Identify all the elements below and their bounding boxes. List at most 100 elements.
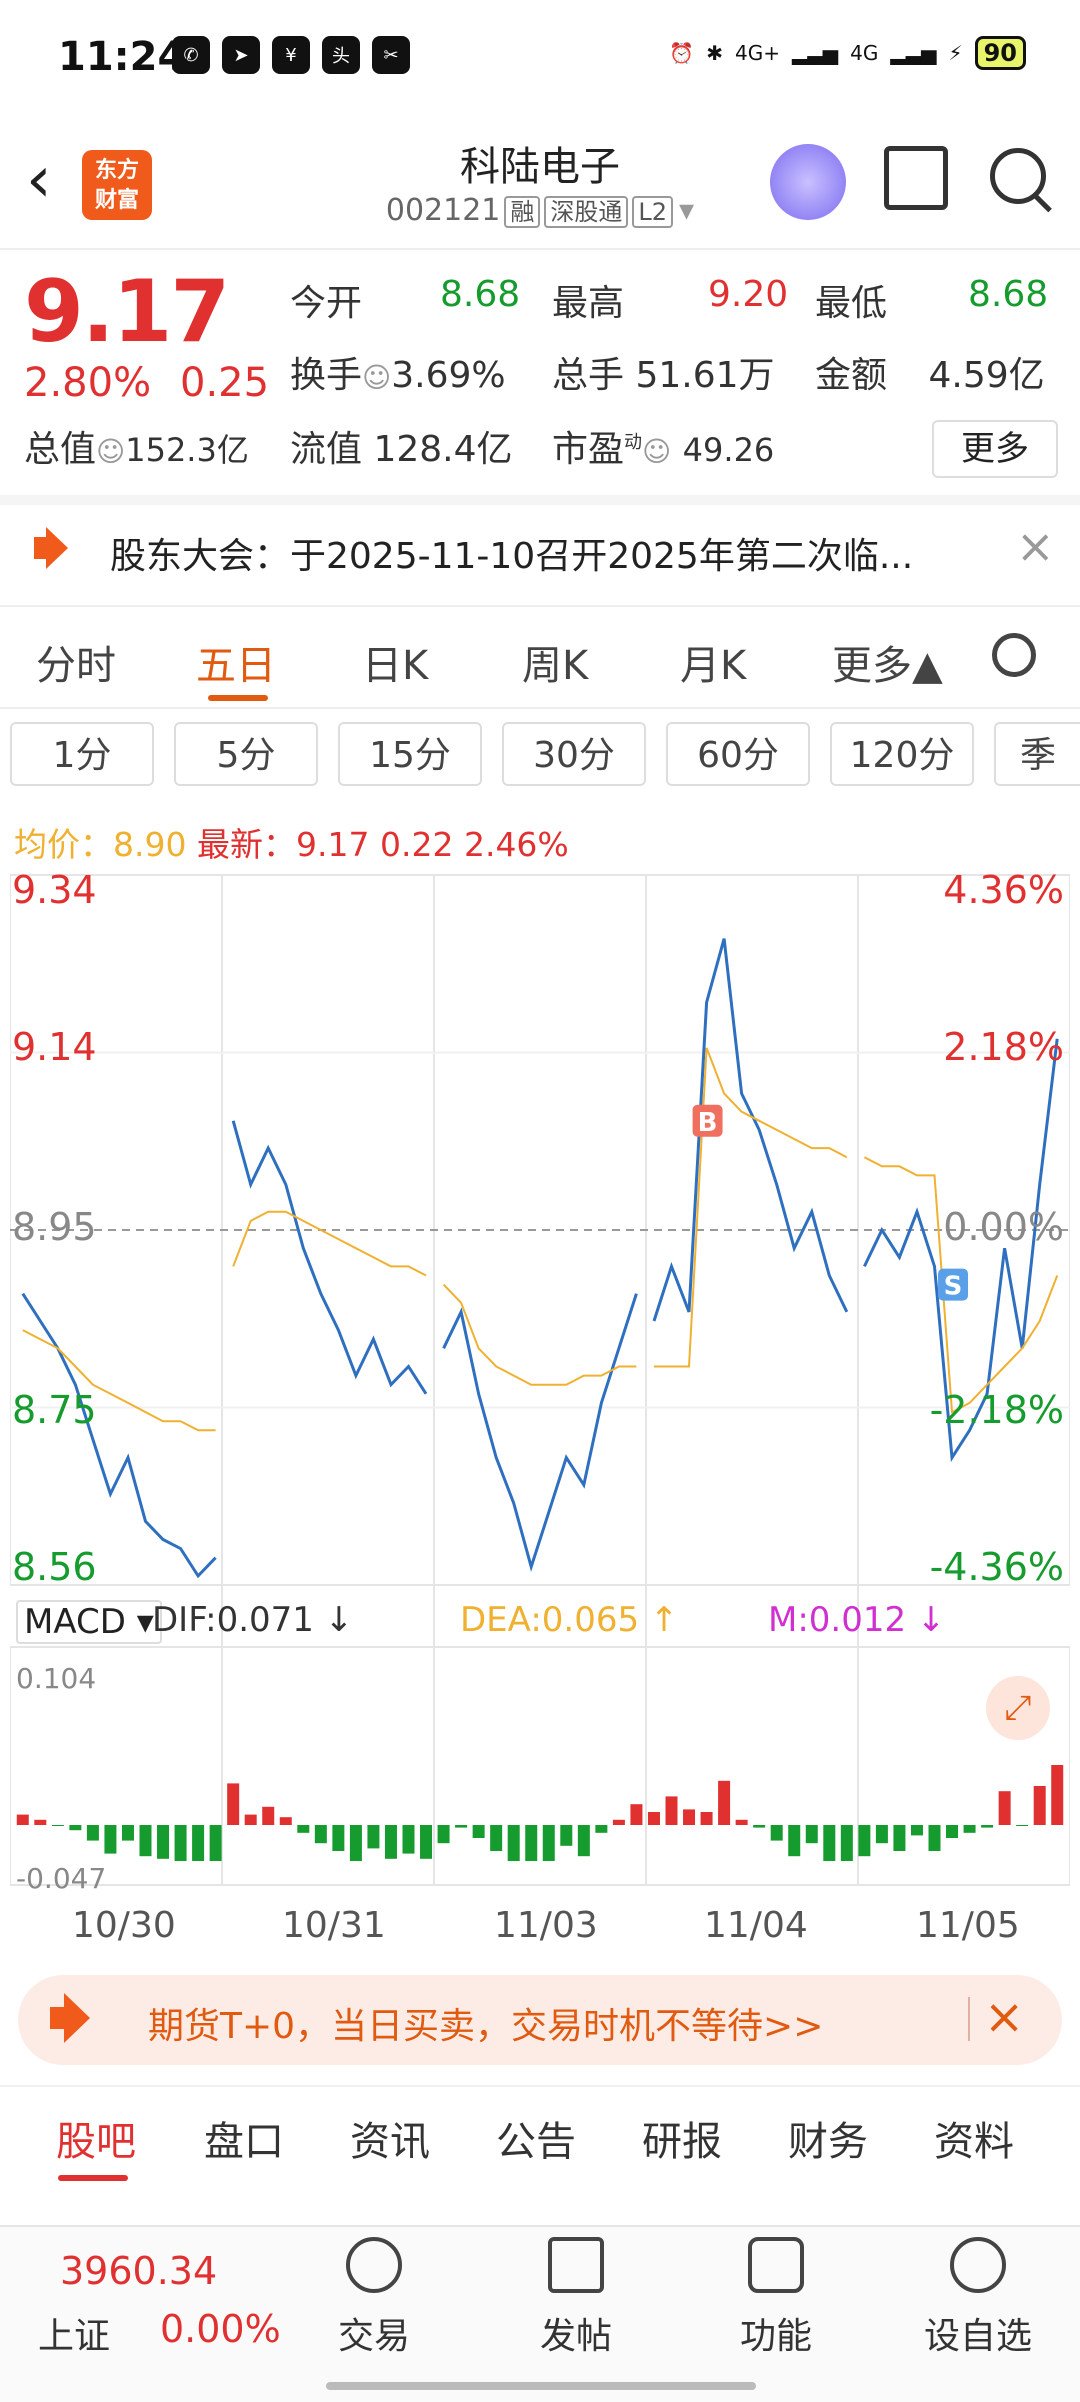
tab-research[interactable]: 研报 xyxy=(642,2109,722,2167)
charging-icon: ⚡ xyxy=(948,41,963,65)
volume-value: 51.61万 xyxy=(635,355,775,396)
tab-announcements[interactable]: 公告 xyxy=(496,2109,576,2167)
y-right-tick: 0.00% xyxy=(943,1205,1064,1249)
average-price-line xyxy=(232,1210,427,1277)
nav-post[interactable]: 发帖 xyxy=(516,2237,636,2359)
nav-trade[interactable]: 交易 xyxy=(314,2237,434,2359)
interval-15m[interactable]: 15分 xyxy=(338,722,482,786)
macd-selector[interactable]: MACD ▾ xyxy=(16,1600,162,1644)
tab-more[interactable]: 更多▲ xyxy=(832,633,943,691)
macd-bar xyxy=(51,1825,64,1826)
tab-five-day[interactable]: 五日 xyxy=(196,633,276,691)
macd-bar xyxy=(104,1825,117,1854)
open-label: 今开 xyxy=(290,283,363,324)
tab-profile[interactable]: 资料 xyxy=(934,2109,1014,2167)
info-icon[interactable]: ☺ xyxy=(642,435,671,468)
share-icon[interactable] xyxy=(884,146,948,210)
total-cap-value: 152.3亿 xyxy=(125,431,249,469)
turnover-value: 3.69% xyxy=(391,355,506,396)
tab-intraday[interactable]: 分时 xyxy=(36,633,116,691)
latest-value: 9.17 xyxy=(295,825,370,864)
expand-icon[interactable]: ⤢ xyxy=(986,1676,1050,1740)
change-percent: 2.80% xyxy=(24,360,152,406)
macd-bar xyxy=(770,1825,783,1841)
app-icon: ➤ xyxy=(222,36,260,74)
macd-bottom-tick: -0.047 xyxy=(16,1862,107,1895)
macd-top-tick: 0.104 xyxy=(16,1662,97,1695)
macd-bar xyxy=(542,1825,555,1861)
volume-label: 总手 xyxy=(552,355,625,396)
index-ticker[interactable]: 3960.34 上证 0.00% xyxy=(0,2227,290,2402)
macd-bar xyxy=(209,1825,222,1861)
notice-bar[interactable]: 股东大会：于2025-11-10召开2025年第二次临... × xyxy=(0,505,1080,595)
bottom-navigation: 3960.34 上证 0.00% 交易 发帖 功能 设自选 xyxy=(0,2225,1080,2402)
open-value: 8.68 xyxy=(440,274,521,315)
five-day-price-chart[interactable]: BS xyxy=(10,865,1070,1895)
tab-monthly-k[interactable]: 月K xyxy=(680,633,746,691)
active-tab-indicator xyxy=(208,695,268,701)
turnover-stat: 换手☺3.69% xyxy=(290,346,506,398)
info-icon[interactable]: ☺ xyxy=(362,361,391,394)
change-amount: 0.25 xyxy=(180,360,270,406)
avg-label: 均价： xyxy=(14,825,113,864)
home-indicator[interactable] xyxy=(326,2382,756,2390)
macd-bar xyxy=(367,1825,380,1849)
interval-60m[interactable]: 60分 xyxy=(666,722,810,786)
low-value: 8.68 xyxy=(968,274,1049,315)
y-right-tick: 4.36% xyxy=(943,868,1064,912)
macd-bar xyxy=(525,1825,538,1861)
macd-m: M:0.012 ↓ xyxy=(768,1600,946,1640)
latest-label: 最新： xyxy=(196,825,296,864)
nav-function[interactable]: 功能 xyxy=(716,2237,836,2359)
macd-bar xyxy=(805,1825,818,1844)
settings-gear-icon[interactable] xyxy=(992,633,1036,677)
tab-orderbook[interactable]: 盘口 xyxy=(204,2109,284,2167)
macd-bar xyxy=(981,1825,994,1828)
more-stats-button[interactable]: 更多 xyxy=(932,420,1058,478)
tab-financials[interactable]: 财务 xyxy=(788,2109,868,2167)
alarm-icon: ⏰ xyxy=(669,41,695,65)
high-label: 最高 xyxy=(552,283,625,324)
tab-weekly-k[interactable]: 周K xyxy=(522,633,588,691)
nav-label: 设自选 xyxy=(923,2316,1032,2357)
dropdown-icon[interactable]: ▾ xyxy=(679,193,694,228)
latest-change: 0.22 xyxy=(379,825,454,864)
interval-quarter[interactable]: 季 xyxy=(994,722,1080,786)
pe-stat: 市盈动☺ 49.26 xyxy=(552,420,774,472)
tag-connect: 深股通 xyxy=(544,196,629,228)
macd-bar xyxy=(384,1825,397,1859)
close-icon[interactable]: × xyxy=(1016,519,1055,573)
x-tick: 11/03 xyxy=(494,1905,598,1946)
tab-news[interactable]: 资讯 xyxy=(350,2109,430,2167)
info-icon[interactable]: ☺ xyxy=(96,435,125,468)
interval-30m[interactable]: 30分 xyxy=(502,722,646,786)
macd-bar xyxy=(192,1825,205,1861)
close-banner-icon[interactable]: × xyxy=(984,1989,1024,2045)
macd-bar xyxy=(455,1825,468,1828)
futures-ad-banner[interactable]: 期货T+0，当日买卖，交易时机不等待>> × xyxy=(18,1975,1062,2065)
macd-bar xyxy=(420,1825,433,1859)
macd-dea: DEA:0.065 ↑ xyxy=(460,1600,679,1640)
search-icon[interactable] xyxy=(990,148,1046,204)
macd-bar xyxy=(86,1825,99,1841)
macd-bar xyxy=(577,1825,590,1857)
minute-interval-buttons: 1分 5分 15分 30分 60分 120分 季 xyxy=(0,722,1080,792)
macd-bar xyxy=(507,1825,520,1861)
interval-120m[interactable]: 120分 xyxy=(830,722,974,786)
amount-label: 金额 xyxy=(815,355,888,396)
bluetooth-icon: ✱ xyxy=(706,41,724,65)
nav-label: 发帖 xyxy=(539,2316,612,2357)
macd-bar xyxy=(665,1796,678,1825)
nav-add-favorite[interactable]: 设自选 xyxy=(918,2237,1038,2359)
ai-assistant-icon[interactable] xyxy=(770,144,846,220)
interval-1m[interactable]: 1分 xyxy=(10,722,154,786)
interval-5m[interactable]: 5分 xyxy=(174,722,318,786)
x-tick: 11/05 xyxy=(916,1905,1020,1946)
macd-bar xyxy=(69,1825,82,1831)
macd-bar xyxy=(612,1819,625,1825)
tab-daily-k[interactable]: 日K xyxy=(362,633,428,691)
tab-forum[interactable]: 股吧 xyxy=(56,2109,136,2167)
y-right-tick: -2.18% xyxy=(929,1388,1064,1432)
speaker-icon xyxy=(34,527,68,569)
active-tab-indicator xyxy=(58,2175,128,2181)
